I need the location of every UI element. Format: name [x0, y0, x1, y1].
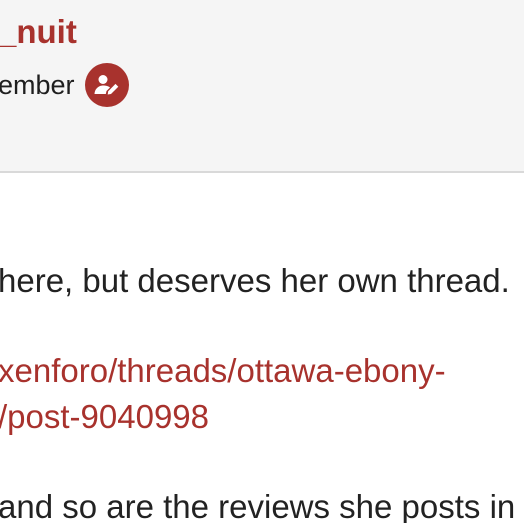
- author-role-row: ember: [0, 63, 129, 107]
- author-role-label: ember: [0, 69, 75, 100]
- post-author-header: _nuit ember: [0, 0, 524, 173]
- author-username[interactable]: _nuit: [0, 13, 77, 50]
- post-link-line-1[interactable]: xenforo/threads/ottawa-ebony-: [0, 352, 446, 389]
- post-text-line-4: and so are the reviews she posts in: [0, 488, 516, 523]
- post-link-line-2[interactable]: /post-9040998: [0, 398, 209, 435]
- user-pen-icon: [94, 75, 118, 95]
- post-text-line-1: here, but deserves her own thread.: [0, 262, 510, 299]
- member-badge-icon: [84, 63, 129, 107]
- post-view: _nuit ember here, but deserves her own t…: [0, 0, 524, 523]
